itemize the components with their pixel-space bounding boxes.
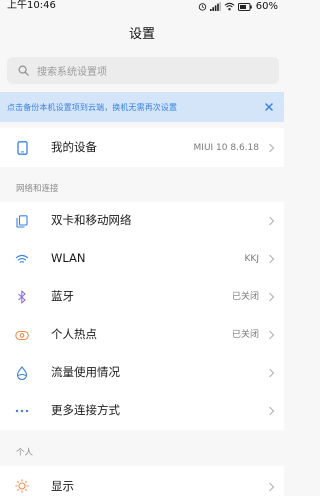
status-time: 上午10:46 [7,0,56,11]
sim-card-icon [15,214,29,228]
sidebar-item-hotspot[interactable]: 个人热点 已关闭 [0,316,284,354]
chevron-right-icon [269,254,275,264]
data-usage-icon [15,366,29,380]
banner-text: 点击备份本机设置项到云端，换机无需再次设置 [7,102,178,112]
status-bar: 上午10:46 60% [0,0,284,13]
battery-percent: 60% [255,1,278,12]
chevron-right-icon [269,292,275,302]
backup-banner[interactable]: 点击备份本机设置项到云端，换机无需再次设置 [0,92,284,122]
chevron-right-icon [269,330,275,340]
bluetooth-icon [15,290,29,304]
chevron-right-icon [269,216,275,226]
item-value: KKJ [244,254,259,264]
item-value: 已关闭 [231,330,259,340]
section-header-network: 网络和连接 [0,176,284,202]
sidebar-item-more-connections[interactable]: 更多连接方式 [0,392,284,430]
chevron-right-icon [269,482,275,492]
sidebar-item-bluetooth[interactable]: 蓝牙 已关闭 [0,278,284,316]
section-header-text: 个人 [16,448,34,458]
my-device-label: 我的设备 [51,140,97,154]
item-label: WLAN [51,251,86,265]
display-sun-icon [15,479,29,493]
item-label: 更多连接方式 [51,403,120,417]
page-title: 设置 [128,27,155,42]
chevron-right-icon [269,143,275,153]
item-label: 蓝牙 [51,289,74,303]
item-label: 个人热点 [51,327,97,341]
item-label: 双卡和移动网络 [51,213,132,227]
sidebar-item-wlan[interactable]: WLAN KKJ [0,240,284,278]
sidebar-item-dual-sim[interactable]: 双卡和移动网络 [0,202,284,240]
sidebar-item-data-usage[interactable]: 流量使用情况 [0,354,284,392]
hotspot-icon [15,328,29,342]
chevron-right-icon [269,406,275,416]
item-value: 已关闭 [231,292,259,302]
alarm-icon [198,3,206,11]
battery-icon [237,2,252,11]
close-icon[interactable] [262,100,276,114]
search-placeholder: 搜索系统设置项 [37,67,107,78]
item-label: 流量使用情况 [51,365,120,379]
section-header-text: 网络和连接 [16,184,59,194]
sidebar-item-display[interactable]: 显示 [0,466,284,496]
wifi-icon [15,252,29,266]
status-icons: 60% [198,1,278,12]
search-bar[interactable]: 搜索系统设置项 [7,57,279,84]
wifi-icon [224,2,235,11]
section-header-personal: 个人 [0,440,284,466]
my-device-value: MIUI 10 8.6.18 [193,143,259,153]
more-dots-icon [15,404,29,418]
chevron-right-icon [269,368,275,378]
phone-icon [15,141,29,155]
search-icon [17,65,29,77]
item-label: 显示 [51,479,74,493]
my-device-row[interactable]: 我的设备 MIUI 10 8.6.18 [0,128,284,167]
signal-icon [209,2,221,11]
